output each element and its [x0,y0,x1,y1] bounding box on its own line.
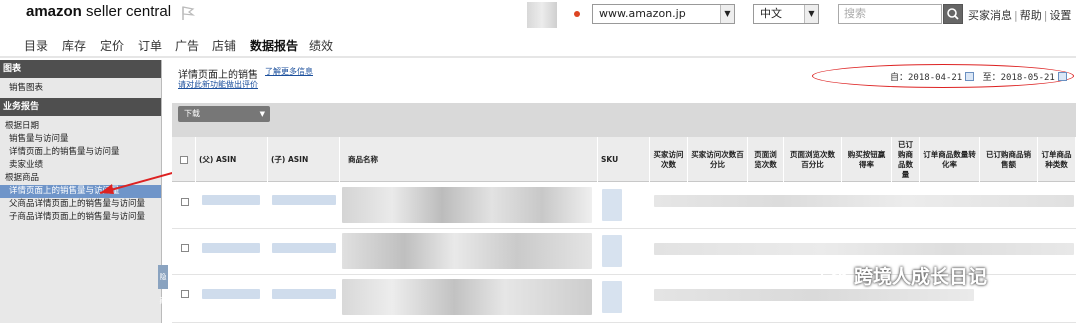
col-sessions[interactable]: 买家访问次数 [650,137,688,182]
blurred-metrics [654,243,1074,255]
blurred-parent-asin [202,289,260,299]
watermark: 跨境人成长日记 [820,262,987,289]
select-all-checkbox[interactable] [179,155,188,164]
blurred-metrics [654,195,1074,207]
select-all-cell [172,137,196,182]
download-label: 下载 [184,109,200,118]
row-checkbox[interactable] [181,244,189,252]
blurred-child-asin [272,243,336,253]
download-button[interactable]: 下载 ▼ [178,106,270,122]
table-row[interactable] [172,183,1076,229]
col-session-percentage[interactable]: 买家访问次数百分比 [688,137,748,182]
date-to-label: 至： [982,73,1001,83]
col-sku[interactable]: SKU [598,137,650,182]
col-units-ordered[interactable]: 已订购商品数量 [892,137,920,182]
blurred-product-name [342,279,592,315]
blurred-metrics [654,289,974,301]
blurred-product-name [342,233,592,269]
blurred-sku [602,235,622,267]
blurred-sku [602,281,622,313]
chevron-down-icon: ▼ [259,110,265,118]
col-page-views-percentage[interactable]: 页面浏览次数百分比 [784,137,842,182]
col-product-name[interactable]: 商品名称 [340,137,598,182]
blurred-sku [602,189,622,221]
date-from-input[interactable]: 2018-04-21 [908,73,962,83]
blurred-child-asin [272,195,336,205]
blurred-parent-asin [202,243,260,253]
blurred-child-asin [272,289,336,299]
blurred-parent-asin [202,195,260,205]
col-page-views[interactable]: 页面浏览次数 [748,137,784,182]
feedback-link[interactable]: 请对此新功能做出评价 [178,79,258,90]
col-unit-session-percentage[interactable]: 订单商品数量转化率 [920,137,980,182]
table-header: (父) ASIN (子) ASIN 商品名称 SKU 买家访问次数 买家访问次数… [172,137,1076,182]
col-ordered-product-sales[interactable]: 已订购商品销售额 [980,137,1038,182]
calendar-icon[interactable] [965,72,975,81]
watermark-text: 跨境人成长日记 [854,266,988,288]
table-toolbar [172,103,1076,137]
learn-more-link[interactable]: 了解更多信息 [265,66,313,77]
col-buy-box-percentage[interactable]: 购买按钮赢得率 [842,137,892,182]
blurred-product-name [342,187,592,223]
wechat-icon [821,266,848,286]
calendar-icon[interactable] [1057,72,1067,81]
col-parent-asin[interactable]: (父) ASIN [196,137,268,182]
date-range: 自：2018-04-21 至：2018-05-21 [890,70,1070,83]
col-child-asin[interactable]: (子) ASIN [268,137,340,182]
row-checkbox[interactable] [181,290,189,298]
row-checkbox[interactable] [181,198,189,206]
col-total-order-items[interactable]: 订单商品种类数 [1038,137,1076,182]
date-from-label: 自： [890,73,909,83]
date-to-input[interactable]: 2018-05-21 [1001,73,1055,83]
